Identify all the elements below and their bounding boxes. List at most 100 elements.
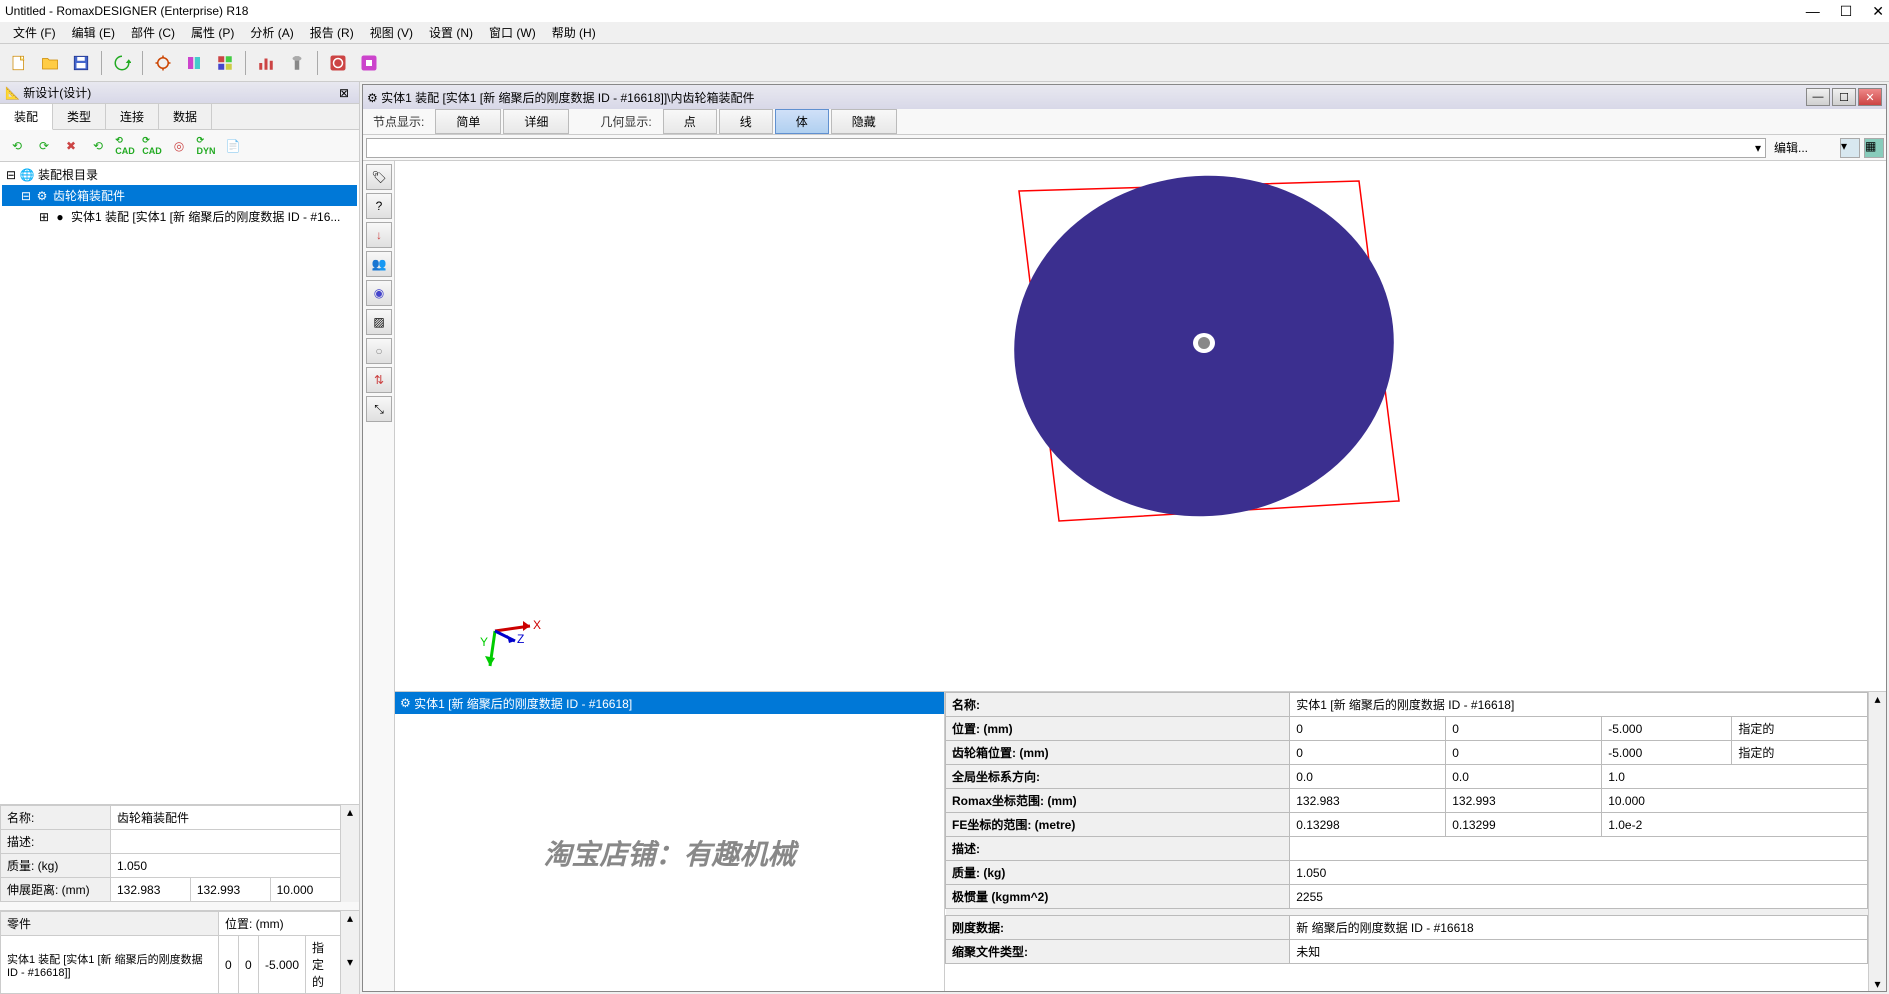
tree-root[interactable]: ⊟ 🌐 装配根目录 bbox=[2, 164, 357, 185]
rp-pos-z[interactable]: -5.000 bbox=[1602, 717, 1732, 741]
vt-arrows-icon[interactable]: ⇅ bbox=[366, 367, 392, 393]
menu-part[interactable]: 部件 (C) bbox=[123, 24, 183, 41]
point-button[interactable]: 点 bbox=[663, 109, 717, 134]
rp-boxpos-x[interactable]: 0 bbox=[1290, 741, 1446, 765]
prop-pos-y[interactable]: 0 bbox=[238, 936, 258, 994]
rp-global-z[interactable]: 1.0 bbox=[1602, 765, 1868, 789]
vt-help-icon[interactable]: ? bbox=[366, 193, 392, 219]
detail-button[interactable]: 详细 bbox=[503, 109, 569, 134]
menu-analysis[interactable]: 分析 (A) bbox=[242, 24, 301, 41]
tree-child2[interactable]: ⊞ ● 实体1 装配 [实体1 [新 缩聚后的刚度数据 ID - #16... bbox=[2, 206, 357, 227]
st-dyn-icon[interactable]: ⟳DYN bbox=[194, 134, 218, 158]
vt-axis-icon[interactable]: ⤡ bbox=[366, 396, 392, 422]
st-back-icon[interactable]: ⟲ bbox=[5, 134, 29, 158]
scroll-up-icon[interactable]: ▴ bbox=[1874, 692, 1880, 706]
tool3-icon[interactable] bbox=[211, 49, 239, 77]
vt-circle-icon[interactable]: ○ bbox=[366, 338, 392, 364]
st-icon4[interactable]: ⟲ bbox=[86, 134, 110, 158]
scroll-down-icon[interactable]: ▾ bbox=[1874, 977, 1880, 991]
rp-desc-value[interactable] bbox=[1290, 837, 1868, 861]
st-fwd-icon[interactable]: ⟳ bbox=[32, 134, 56, 158]
maximize-icon[interactable]: ☐ bbox=[1840, 3, 1853, 20]
rp-romax-y[interactable]: 132.993 bbox=[1446, 789, 1602, 813]
rp-boxpos-z[interactable]: -5.000 bbox=[1602, 741, 1732, 765]
vt-people-icon[interactable]: 👥 bbox=[366, 251, 392, 277]
vt-tag-icon[interactable]: 🏷 bbox=[366, 164, 392, 190]
tab-assembly[interactable]: 装配 bbox=[0, 104, 53, 130]
scrollbar[interactable]: ▴ bbox=[341, 805, 359, 902]
vt-mesh-icon[interactable]: ▨ bbox=[366, 309, 392, 335]
3d-viewport[interactable]: X Y Z bbox=[395, 161, 1886, 691]
hide-button[interactable]: 隐藏 bbox=[831, 109, 897, 134]
body-button[interactable]: 体 bbox=[775, 109, 829, 134]
tab-type[interactable]: 类型 bbox=[53, 104, 106, 129]
prop-pos-spec[interactable]: 指定的 bbox=[306, 936, 341, 994]
rp-fe-y[interactable]: 0.13299 bbox=[1446, 813, 1602, 837]
vt-sphere-icon[interactable]: ◉ bbox=[366, 280, 392, 306]
rp-romax-z[interactable]: 10.000 bbox=[1602, 789, 1868, 813]
tab-connect[interactable]: 连接 bbox=[106, 104, 159, 129]
vt-down-icon[interactable]: ↓ bbox=[366, 222, 392, 248]
scrollbar[interactable]: ▴ ▾ bbox=[1868, 692, 1886, 991]
simple-button[interactable]: 简单 bbox=[435, 109, 501, 134]
prop-extent-y[interactable]: 132.993 bbox=[190, 878, 270, 902]
st-cad1-icon[interactable]: ⟲CAD bbox=[113, 134, 137, 158]
menu-edit[interactable]: 编辑 (E) bbox=[64, 24, 123, 41]
rp-inertia-value[interactable]: 2255 bbox=[1290, 885, 1868, 909]
menu-window[interactable]: 窗口 (W) bbox=[481, 24, 544, 41]
tab-data[interactable]: 数据 bbox=[159, 104, 212, 129]
doc-minimize-icon[interactable]: — bbox=[1806, 88, 1830, 106]
open-icon[interactable] bbox=[36, 49, 64, 77]
prop-extent-x[interactable]: 132.983 bbox=[111, 878, 191, 902]
prop-pos-x[interactable]: 0 bbox=[218, 936, 238, 994]
save-icon[interactable] bbox=[67, 49, 95, 77]
menu-props[interactable]: 属性 (P) bbox=[183, 24, 242, 41]
menu-report[interactable]: 报告 (R) bbox=[302, 24, 362, 41]
menu-help[interactable]: 帮助 (H) bbox=[544, 24, 604, 41]
expand-icon[interactable]: ⊞ bbox=[38, 210, 50, 224]
prop-extent-z[interactable]: 10.000 bbox=[270, 878, 340, 902]
panel-close-icon[interactable]: ⊠ bbox=[334, 86, 354, 100]
chart-icon[interactable] bbox=[252, 49, 280, 77]
tool7-icon[interactable] bbox=[355, 49, 383, 77]
rp-name-value[interactable]: 实体1 [新 缩聚后的刚度数据 ID - #16618] bbox=[1290, 693, 1868, 717]
rp-stiff-value[interactable]: 新 缩聚后的刚度数据 ID - #16618 bbox=[1290, 916, 1868, 940]
st-target-icon[interactable]: ◎ bbox=[167, 134, 191, 158]
close-icon[interactable]: ✕ bbox=[1872, 3, 1884, 20]
prop-part-value[interactable]: 实体1 装配 [实体1 [新 缩聚后的刚度数据 ID - #16618]] bbox=[1, 936, 219, 994]
rp-mass-value[interactable]: 1.050 bbox=[1290, 861, 1868, 885]
tool6-icon[interactable] bbox=[324, 49, 352, 77]
menu-file[interactable]: 文件 (F) bbox=[5, 24, 64, 41]
rp-global-x[interactable]: 0.0 bbox=[1290, 765, 1446, 789]
rp-pos-x[interactable]: 0 bbox=[1290, 717, 1446, 741]
tree-child1[interactable]: ⊟ ⚙ 齿轮箱装配件 bbox=[2, 185, 357, 206]
doc-maximize-icon[interactable]: ☐ bbox=[1832, 88, 1856, 106]
rp-boxpos-y[interactable]: 0 bbox=[1446, 741, 1602, 765]
tool2-icon[interactable] bbox=[180, 49, 208, 77]
refresh-icon[interactable] bbox=[108, 49, 136, 77]
prop-pos-z[interactable]: -5.000 bbox=[258, 936, 305, 994]
tree-view[interactable]: ⊟ 🌐 装配根目录 ⊟ ⚙ 齿轮箱装配件 ⊞ ● 实体1 装配 [实体1 [新 … bbox=[0, 162, 359, 804]
rp-global-y[interactable]: 0.0 bbox=[1446, 765, 1602, 789]
scrollbar[interactable]: ▴ ▾ bbox=[341, 911, 359, 994]
prop-desc-value[interactable] bbox=[111, 830, 341, 854]
selection-header[interactable]: ⚙ 实体1 [新 缩聚后的刚度数据 ID - #16618] bbox=[395, 692, 944, 714]
doc-close-icon[interactable]: ✕ bbox=[1858, 88, 1882, 106]
collapse-icon[interactable]: ⊟ bbox=[5, 168, 17, 182]
tool1-icon[interactable] bbox=[149, 49, 177, 77]
combo-select[interactable]: ▾ bbox=[366, 138, 1766, 158]
rp-fe-x[interactable]: 0.13298 bbox=[1290, 813, 1446, 837]
doc-sm-btn1[interactable]: ▾ bbox=[1840, 138, 1860, 158]
st-cad2-icon[interactable]: ⟳CAD bbox=[140, 134, 164, 158]
rp-romax-x[interactable]: 132.983 bbox=[1290, 789, 1446, 813]
doc-sm-btn2[interactable]: ▦ bbox=[1864, 138, 1884, 158]
menu-settings[interactable]: 设置 (N) bbox=[421, 24, 481, 41]
prop-name-value[interactable]: 齿轮箱装配件 bbox=[111, 806, 341, 830]
st-del-icon[interactable]: ✖ bbox=[59, 134, 83, 158]
line-button[interactable]: 线 bbox=[719, 109, 773, 134]
tool5-icon[interactable] bbox=[283, 49, 311, 77]
rp-boxpos-spec[interactable]: 指定的 bbox=[1732, 741, 1868, 765]
minimize-icon[interactable]: — bbox=[1806, 3, 1820, 20]
rp-fe-z[interactable]: 1.0e-2 bbox=[1602, 813, 1868, 837]
st-doc-icon[interactable]: 📄 bbox=[221, 134, 245, 158]
